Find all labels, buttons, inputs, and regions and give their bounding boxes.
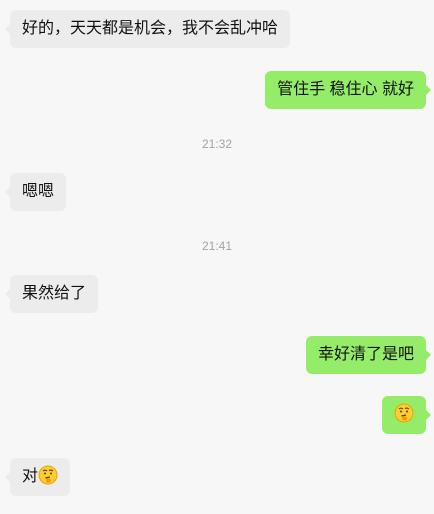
message-bubble-incoming[interactable]: 好的，天天都是机会，我不会乱冲哈 bbox=[4, 10, 291, 48]
message-text: 对 bbox=[22, 468, 39, 485]
message-text: 嗯嗯 bbox=[22, 183, 55, 200]
message-text: 幸好清了是吧 bbox=[317, 346, 414, 363]
message-timestamp: 21:32 bbox=[201, 137, 233, 151]
message-text: 管住手 稳住心 就好 bbox=[277, 81, 414, 98]
message-bubble-outgoing[interactable]: 幸好清了是吧 bbox=[305, 336, 432, 374]
message-text: 好的，天天都是机会，我不会乱冲哈 bbox=[22, 20, 279, 37]
thinking-face-emoji-icon bbox=[38, 465, 58, 485]
chat-message-list[interactable]: 好的，天天都是机会，我不会乱冲哈 管住手 稳住心 就好 21:32 嗯嗯 21:… bbox=[0, 0, 434, 514]
thinking-face-emoji-icon bbox=[394, 403, 414, 423]
message-timestamp: 21:41 bbox=[201, 239, 233, 253]
message-bubble-incoming[interactable]: 对 bbox=[4, 458, 71, 496]
message-bubble-incoming[interactable]: 果然给了 bbox=[4, 275, 99, 313]
message-bubble-outgoing[interactable]: 管住手 稳住心 就好 bbox=[265, 71, 431, 109]
message-bubble-outgoing[interactable] bbox=[382, 396, 431, 434]
message-text: 果然给了 bbox=[22, 285, 87, 302]
message-bubble-incoming[interactable]: 嗯嗯 bbox=[4, 173, 67, 211]
